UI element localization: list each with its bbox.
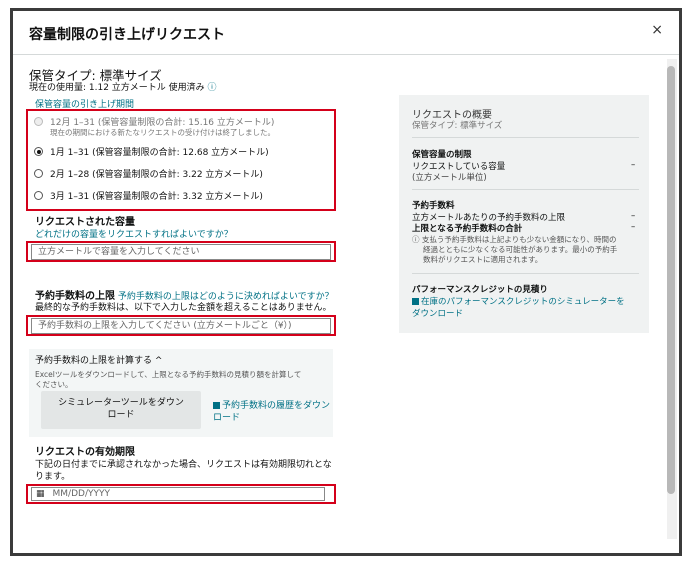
period-label-jan[interactable]: 1月 1–31 (保管容量制限の合計: 12.68 立方メートル) [50, 145, 269, 158]
calculator-toggle[interactable]: 予約手数料の上限を計算する ^ [35, 353, 162, 366]
request-modal: 容量制限の引き上げリクエスト × 保管タイプ: 標準サイズ 現在の使用量: 1.… [10, 8, 682, 556]
requested-capacity-help-link[interactable]: どれだけの容量をリクエストすればよいですか？ [35, 227, 233, 240]
fee-cap-input[interactable]: 予約手数料の上限を入力してください (立方メートルごと（¥）) [31, 318, 331, 334]
period-label-feb[interactable]: 2月 1–28 (保管容量制限の合計: 3.22 立方メートル) [50, 167, 263, 180]
calculator-toggle-label[interactable]: 予約手数料の上限を計算する [35, 356, 152, 366]
summary-requested-value: – [631, 160, 636, 170]
expiry-heading: リクエストの有効期限 [35, 447, 135, 458]
summary-limit-heading: 保管容量の制限 [412, 150, 472, 160]
request-summary-panel: リクエストの概要 保管タイプ: 標準サイズ 保管容量の制限 リクエストしている容… [399, 95, 649, 333]
download-simulator-button[interactable]: シミュレーターツールをダウン ロード [41, 391, 201, 429]
download-icon [412, 298, 419, 305]
close-icon[interactable]: × [651, 22, 663, 38]
modal-title: 容量制限の引き上げリクエスト [29, 27, 225, 43]
summary-divider-2 [412, 189, 639, 190]
summary-credit-link[interactable]: 在庫のパフォーマンスクレジットのシミュレーターを [412, 295, 625, 307]
requested-capacity-heading: リクエストされた容量 [35, 217, 135, 228]
period-radio-mar[interactable] [34, 191, 43, 200]
calendar-icon[interactable]: ▦ [36, 489, 45, 499]
period-radio-feb[interactable] [34, 169, 43, 178]
period-note-dec: 現在の期間における新たなリクエストの受け付けは終了しました。 [50, 128, 275, 137]
summary-fee-per-unit-value: – [631, 211, 636, 221]
summary-type: 保管タイプ: 標準サイズ [412, 121, 503, 131]
expiry-description-2: ります。 [35, 472, 71, 482]
summary-note-text-1: 支払う予約手数料は上記よりも少ない金額になり、時間の [421, 235, 617, 244]
summary-fee-total-value: – [631, 222, 636, 232]
chevron-up-icon[interactable]: ^ [155, 356, 163, 366]
modal-header: 容量制限の引き上げリクエスト × [13, 11, 679, 55]
period-radio-jan[interactable] [34, 147, 43, 156]
summary-unit-note: (立方メートル単位) [412, 173, 487, 183]
summary-divider-1 [412, 137, 639, 138]
summary-credit-heading: パフォーマンスクレジットの見積り [412, 285, 548, 295]
summary-note-3: 数料がリクエストに適用されます。 [423, 255, 543, 264]
expiry-date-input[interactable]: ▦ MM/DD/YYYY [31, 487, 325, 501]
fee-calculator-panel: 予約手数料の上限を計算する ^ Excelツールをダウンロードして、上限となる予… [29, 349, 333, 437]
period-radio-dec [34, 117, 43, 126]
requested-capacity-input[interactable]: 立方メートルで容量を入力してください [31, 244, 331, 260]
summary-credit-link-label-2[interactable]: ダウンロード [412, 307, 463, 319]
info-icon[interactable]: ⓘ [208, 83, 217, 93]
scrollbar-thumb[interactable] [667, 66, 675, 494]
current-usage-text: 現在の使用量: 1.12 立方メートル 使用済み [29, 83, 205, 93]
download-icon [213, 402, 220, 409]
period-label-mar[interactable]: 3月 1–31 (保管容量制限の合計: 3.32 立方メートル) [50, 189, 263, 202]
current-usage: 現在の使用量: 1.12 立方メートル 使用済み ⓘ [29, 80, 217, 93]
summary-fee-total: 上限となる予約手数料の合計 [412, 224, 523, 234]
download-simulator-label-1: シミュレーターツールをダウン [58, 398, 184, 408]
summary-credit-link-label-1[interactable]: 在庫のパフォーマンスクレジットのシミュレーターを [421, 297, 625, 307]
expiry-date-placeholder: MM/DD/YYYY [52, 489, 110, 499]
fee-cap-description: 最終的な予約手数料は、以下で入力した金額を超えることはありません。 [35, 303, 332, 313]
calculator-description-1: Excelツールをダウンロードして、上限となる予約手数料の見積り額を計算して [35, 370, 302, 379]
expiry-description-1: 下記の日付までに承認されなかった場合、リクエストは有効期限切れとな [35, 460, 332, 470]
download-fee-history-label-2[interactable]: ロード [213, 410, 240, 423]
calculator-description-2: ください。 [35, 380, 73, 389]
summary-fee-heading: 予約手数料 [412, 201, 455, 211]
summary-divider-3 [412, 273, 639, 274]
info-icon: ⓘ [412, 235, 420, 244]
download-simulator-label-2: ロード [107, 410, 135, 420]
